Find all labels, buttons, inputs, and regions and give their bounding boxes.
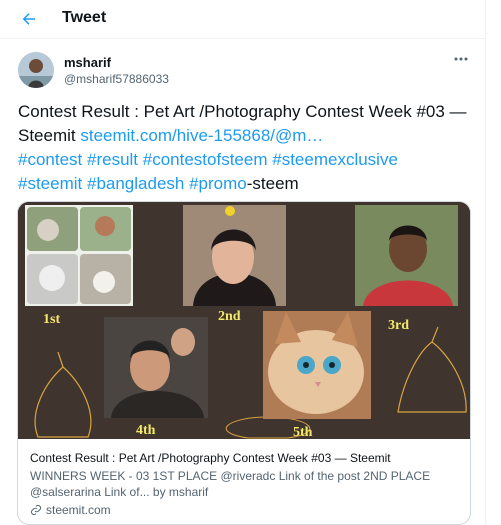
place-label-3rd: 3rd: [388, 318, 409, 333]
card-description[interactable]: WINNERS WEEK - 03 1ST PLACE @riveradc Li…: [30, 468, 460, 500]
avatar[interactable]: [18, 52, 54, 88]
author-name[interactable]: msharif: [64, 55, 111, 70]
place-label-5th: 5th: [293, 425, 313, 439]
hashtag-steemit[interactable]: #steemit: [18, 174, 82, 193]
place-label-4th: 4th: [136, 423, 156, 438]
more-button[interactable]: [452, 52, 470, 66]
card-title[interactable]: Contest Result : Pet Art /Photography Co…: [30, 451, 391, 465]
link-card[interactable]: 1st 2nd 3rd 4th 5th Contest Result : Pet…: [17, 201, 471, 525]
arrow-left-icon: [22, 13, 35, 25]
hashtag-result[interactable]: #result: [87, 150, 138, 169]
author-handle[interactable]: @msharif57886033: [64, 72, 169, 86]
link-icon: [31, 505, 41, 515]
place-label-1st: 1st: [43, 312, 60, 327]
hashtag-promo[interactable]: #promo: [189, 174, 247, 193]
place-label-2nd: 2nd: [218, 309, 241, 324]
hashtag-steemexclusive[interactable]: #steemexclusive: [272, 150, 398, 169]
tweet-text: Contest Result : Pet Art /Photography Co…: [18, 100, 473, 196]
hashtag-suffix: -steem: [246, 174, 299, 193]
page-header: Tweet: [0, 0, 485, 39]
card-domain-label: steemit.com: [46, 503, 111, 517]
tweet-link[interactable]: steemit.com/hive-155868/@m…: [80, 126, 323, 145]
hashtag-contest[interactable]: #contest: [18, 150, 82, 169]
hashtag-contestofsteem[interactable]: #contestofsteem: [143, 150, 268, 169]
page-title: Tweet: [62, 9, 107, 26]
more-dots-icon: [454, 57, 468, 61]
card-domain[interactable]: steemit.com: [30, 503, 111, 517]
hashtag-bangladesh[interactable]: #bangladesh: [87, 174, 184, 193]
tweet-page: Tweet msharif @msharif57886033 Contest R…: [0, 0, 486, 525]
back-button[interactable]: [18, 8, 40, 30]
card-image[interactable]: 1st 2nd 3rd 4th 5th: [18, 202, 470, 440]
